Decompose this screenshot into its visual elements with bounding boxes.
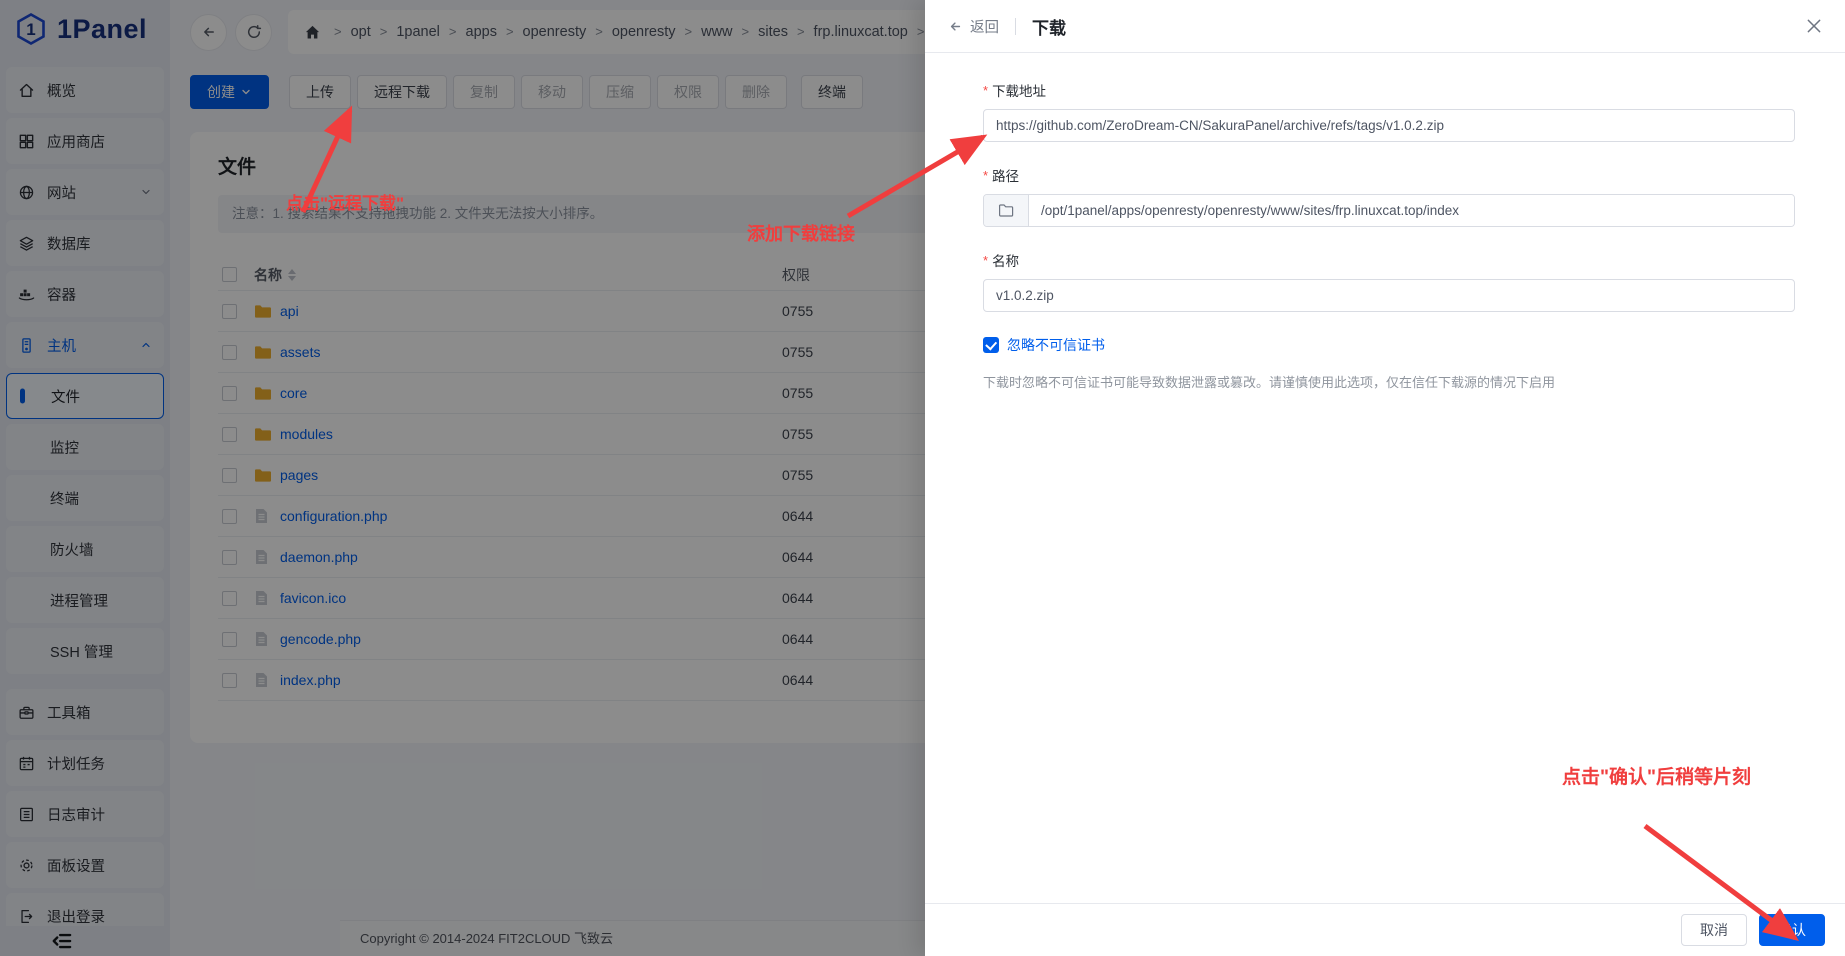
ignore-certificate-label: 忽略不可信证书: [1007, 337, 1105, 353]
required-asterisk: *: [983, 252, 989, 268]
drawer-footer: 取消 确认: [925, 903, 1845, 956]
drawer-back-button[interactable]: 返回: [948, 16, 999, 37]
path-field: * 路径: [983, 165, 1795, 227]
required-asterisk: *: [983, 82, 989, 98]
download-url-label: 下载地址: [992, 84, 1047, 99]
divider: [1015, 17, 1016, 35]
path-label: 路径: [992, 169, 1020, 184]
drawer-header: 返回 下载: [925, 0, 1845, 53]
certificate-warning-text: 下载时忽略不可信证书可能导致数据泄露或篡改。请谨慎使用此选项，仅在信任下载源的情…: [983, 375, 1556, 390]
drawer-title: 下载: [1032, 18, 1066, 38]
drawer-body: *下载地址 *路径 *名称 忽略不可信证书 下载时忽略不可信证书可能导致数据泄露…: [925, 53, 1845, 391]
download-drawer: 返回 下载 *下载地址 *路径 *名称 忽略不可信证书 下: [925, 0, 1845, 956]
cancel-button[interactable]: 取消: [1681, 914, 1747, 946]
name-label: 名称: [992, 254, 1020, 269]
choose-folder-button[interactable]: [984, 195, 1029, 226]
name-input[interactable]: [983, 279, 1795, 312]
confirm-button[interactable]: 确认: [1759, 914, 1825, 946]
download-url-input[interactable]: [983, 109, 1795, 142]
required-asterisk: *: [983, 167, 989, 183]
path-input[interactable]: [1029, 195, 1794, 226]
drawer-back-label: 返回: [970, 19, 999, 36]
name-field: * 名称: [983, 250, 1795, 312]
ignore-certificate-checkbox[interactable]: 忽略不可信证书: [983, 335, 1795, 355]
download-url-field: * 下载地址: [983, 80, 1795, 142]
arrow-left-icon: [950, 21, 961, 31]
folder-outline-icon: [998, 204, 1014, 217]
checkbox-checked-icon: [983, 337, 999, 353]
close-icon[interactable]: [1805, 17, 1823, 35]
